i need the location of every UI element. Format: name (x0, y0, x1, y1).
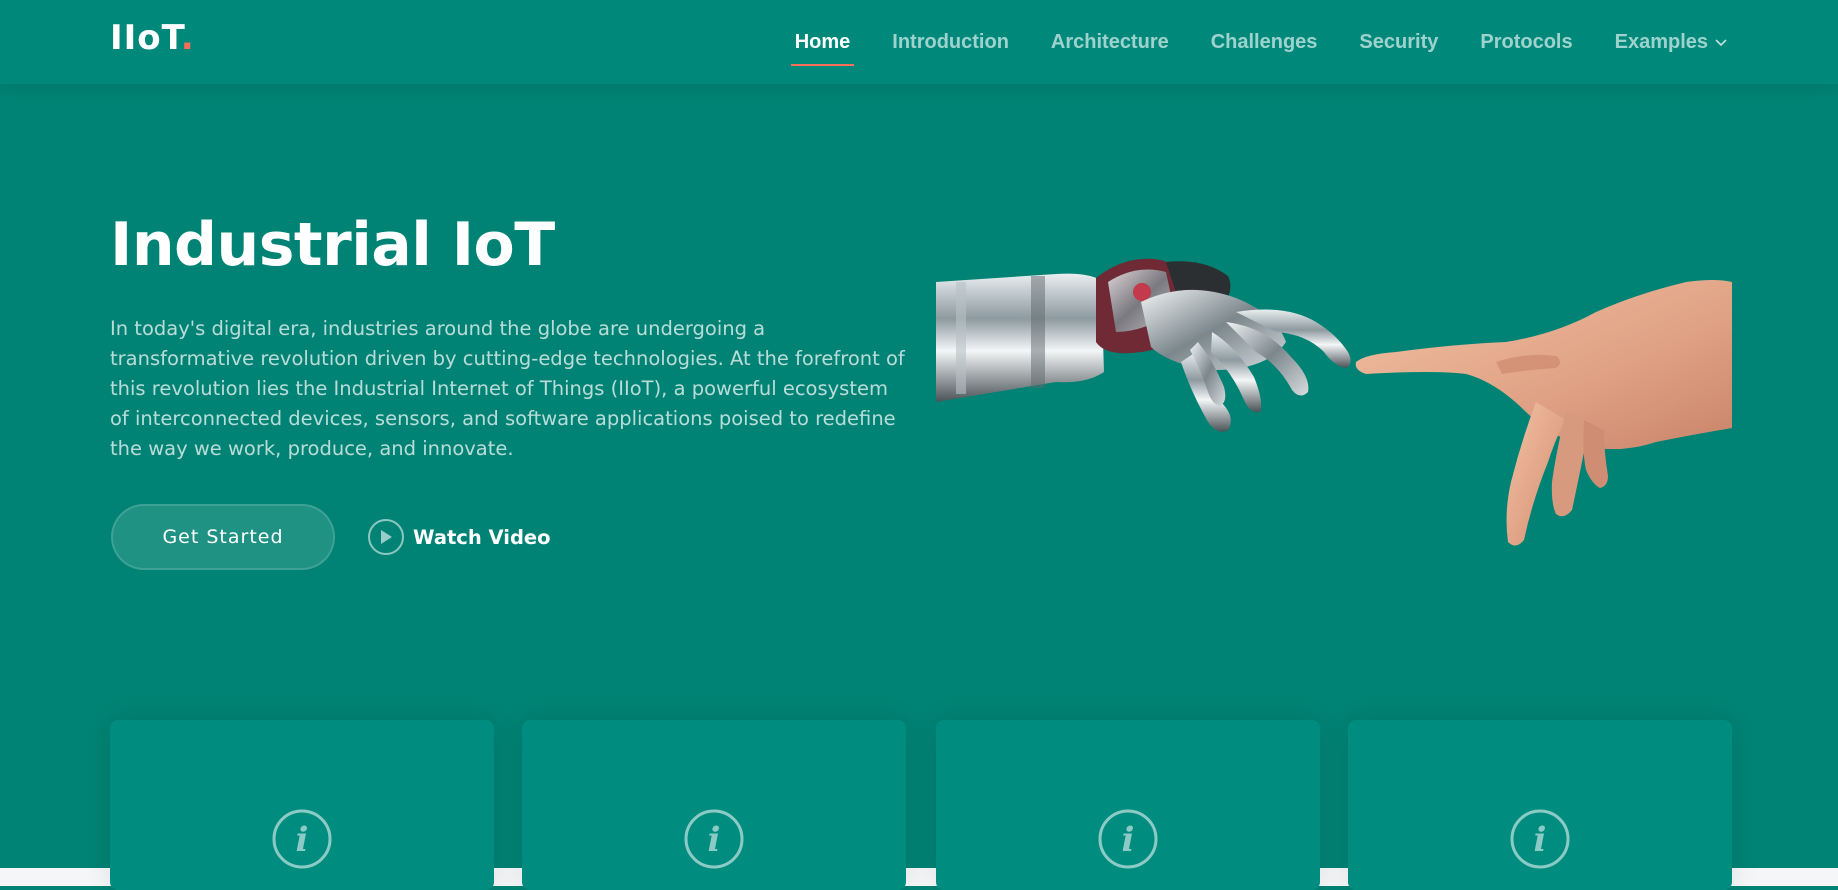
info-icon: i (1510, 809, 1570, 869)
feature-card[interactable]: i (1348, 720, 1732, 890)
watch-video-label: Watch Video (413, 525, 551, 549)
logo-text: IIoT (110, 18, 181, 58)
svg-text:i: i (708, 820, 721, 860)
nav-protocols[interactable]: Protocols (1480, 31, 1572, 54)
nav-architecture[interactable]: Architecture (1051, 31, 1169, 54)
site-header: IIoT. Home Introduction Architecture Cha… (0, 0, 1838, 84)
play-icon (368, 519, 404, 555)
nav-introduction[interactable]: Introduction (892, 31, 1009, 54)
feature-cards: i i i i (110, 720, 1732, 890)
main-nav: Home Introduction Architecture Challenge… (790, 0, 1728, 84)
nav-home[interactable]: Home (790, 31, 854, 66)
feature-card[interactable]: i (936, 720, 1320, 890)
info-icon: i (1098, 809, 1158, 869)
info-icon: i (684, 809, 744, 869)
svg-text:i: i (1534, 820, 1547, 860)
hero-image-robot-human-hands (936, 258, 1732, 546)
chevron-down-icon (1715, 39, 1727, 47)
nav-security[interactable]: Security (1359, 31, 1438, 54)
svg-text:i: i (296, 820, 309, 860)
nav-challenges[interactable]: Challenges (1211, 31, 1318, 54)
nav-examples-label: Examples (1614, 30, 1708, 53)
watch-video-button[interactable]: Watch Video (368, 516, 551, 558)
info-icon: i (272, 809, 332, 869)
get-started-button[interactable]: Get Started (111, 504, 335, 570)
nav-examples-dropdown[interactable]: Examples (1615, 31, 1728, 54)
logo-dot: . (180, 18, 195, 58)
feature-card[interactable]: i (522, 720, 906, 890)
feature-card[interactable]: i (110, 720, 494, 890)
svg-text:i: i (1122, 820, 1135, 860)
logo[interactable]: IIoT. (110, 18, 195, 58)
hero-title: Industrial IoT (110, 210, 555, 280)
hero-description: In today's digital era, industries aroun… (110, 317, 905, 460)
